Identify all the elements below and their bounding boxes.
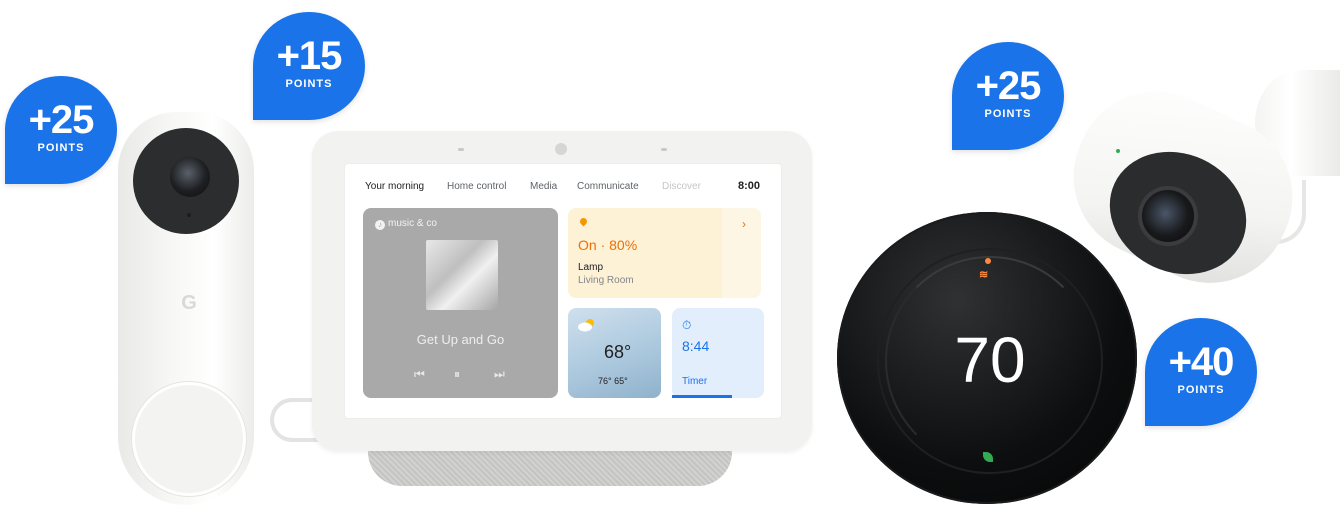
timer-label: Timer xyxy=(682,376,708,387)
badge-label: POINTS xyxy=(984,108,1032,120)
tab-home-control[interactable]: Home control xyxy=(447,181,506,192)
next-track-icon[interactable]: ⏭ xyxy=(494,367,505,382)
timer-remaining: 8:44 xyxy=(682,338,710,354)
tab-media[interactable]: Media xyxy=(530,181,557,192)
lamp-room: Living Room xyxy=(578,275,634,286)
points-badge-nest-hub: +15 POINTS xyxy=(253,12,365,120)
hub-tab-bar: Your morning Home control Media Communic… xyxy=(365,181,765,195)
hub-clock: 8:00 xyxy=(738,180,761,192)
lamp-brightness: On · 80% xyxy=(578,237,638,253)
badge-value: +40 xyxy=(1168,340,1235,384)
timer-progress-bar xyxy=(672,395,732,398)
doorbell-sensor-dot xyxy=(187,213,191,217)
track-title: Get Up and Go xyxy=(416,332,505,347)
pause-icon[interactable]: ⏸ xyxy=(454,367,460,382)
tab-your-morning[interactable]: Your morning xyxy=(365,181,424,192)
badge-value: +25 xyxy=(975,64,1042,108)
doorbell-lens xyxy=(170,157,210,197)
stopwatch-icon: ⏱ xyxy=(682,318,692,332)
album-art xyxy=(426,240,498,310)
chevron-right-icon[interactable]: › xyxy=(742,217,746,231)
lamp-name: Lamp xyxy=(578,262,604,273)
points-badge-thermostat: +40 POINTS xyxy=(1145,318,1257,426)
heat-icon: ≋ xyxy=(979,269,989,281)
hub-sensor-window xyxy=(555,143,567,155)
music-source-label: music & co xyxy=(388,218,437,229)
tab-discover[interactable]: Discover xyxy=(662,181,704,192)
music-source: ♪ music & co xyxy=(375,218,437,230)
badge-label: POINTS xyxy=(1177,384,1225,396)
previous-track-icon[interactable]: ⏮ xyxy=(414,367,425,382)
badge-label: POINTS xyxy=(37,142,85,154)
partly-cloudy-icon xyxy=(578,319,594,332)
hub-sensor xyxy=(458,148,464,151)
badge-value: +25 xyxy=(28,98,95,142)
points-badge-doorbell: +25 POINTS xyxy=(5,76,117,184)
badge-value: +15 xyxy=(276,34,343,78)
temperature-range: 76° 65° xyxy=(598,376,628,386)
music-note-icon: ♪ xyxy=(375,220,385,230)
thermostat-temperature: 70 xyxy=(954,324,1026,396)
google-logo: G xyxy=(181,292,197,314)
current-temperature: 68° xyxy=(604,342,632,362)
hub-sensor xyxy=(661,148,667,151)
points-badge-outdoor-camera: +25 POINTS xyxy=(952,42,1064,150)
camera-lens xyxy=(1138,186,1198,246)
tab-communicate[interactable]: Communicate xyxy=(577,181,639,192)
doorbell-press-button xyxy=(132,382,246,496)
target-marker xyxy=(985,258,991,264)
camera-status-led xyxy=(1116,149,1120,153)
badge-label: POINTS xyxy=(285,78,333,90)
